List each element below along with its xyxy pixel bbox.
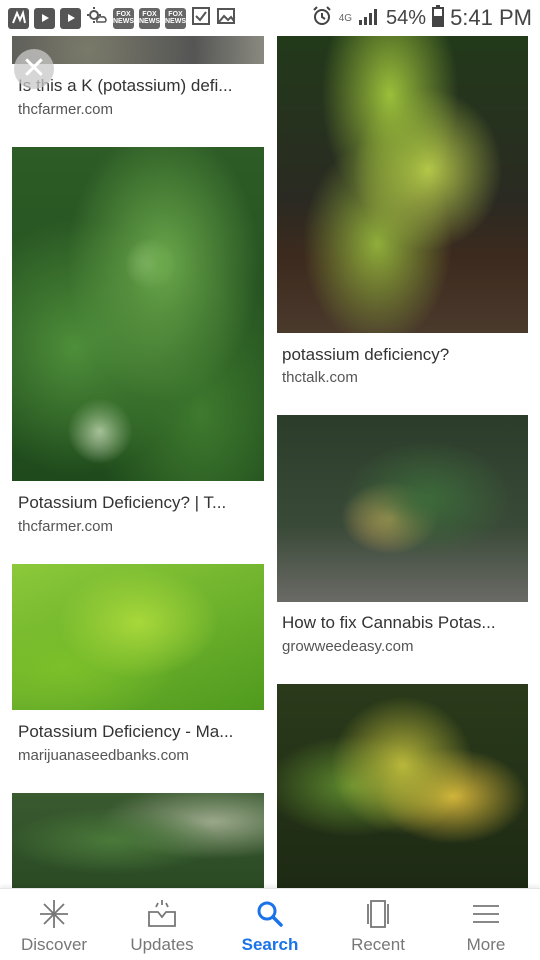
nav-discover[interactable]: Discover: [0, 889, 108, 960]
youtube-icon: [60, 7, 81, 29]
nav-recent[interactable]: Recent: [324, 889, 432, 960]
result-site: marijuanaseedbanks.com: [18, 747, 189, 764]
status-bar: FOX NEWS FOX NEWS FOX NEWS 4G 54% 5:41 P…: [0, 0, 540, 36]
result-site: thcfarmer.com: [18, 518, 114, 535]
result-image[interactable]: [12, 793, 264, 888]
close-button[interactable]: ✕: [14, 49, 54, 89]
youtube-icon: [34, 7, 55, 29]
search-icon: [253, 897, 287, 931]
result-site: growweedeasy.com: [282, 638, 414, 655]
result-image[interactable]: [12, 147, 264, 481]
nav-more[interactable]: More: [432, 889, 540, 960]
result-image[interactable]: [277, 415, 528, 602]
result-title[interactable]: Is this a K (potassium) defi...: [18, 76, 268, 96]
result-image[interactable]: [277, 36, 528, 333]
clock: 5:41 PM: [450, 5, 532, 30]
n-app-icon: [8, 7, 29, 29]
nav-search[interactable]: Search: [216, 889, 324, 960]
nav-label: Discover: [20, 935, 88, 954]
signal-icon: [358, 6, 380, 31]
bottom-navigation: Discover Updates Search Recent More: [0, 888, 540, 960]
nav-label: Search: [241, 935, 299, 954]
inbox-icon: [145, 897, 179, 931]
result-site: thcfarmer.com: [18, 101, 114, 118]
nav-label: Recent: [351, 935, 405, 954]
nav-label: More: [466, 935, 506, 954]
result-image[interactable]: [277, 684, 528, 888]
fox-news-icon: FOX NEWS: [113, 7, 134, 29]
system-icons: 4G 54% 5:41 PM: [311, 4, 532, 32]
result-title[interactable]: Potassium Deficiency? | T...: [18, 493, 268, 513]
battery-percent: 54%: [386, 6, 427, 29]
checkbox-icon: [191, 6, 211, 31]
fox-news-icon: FOX NEWS: [165, 7, 186, 29]
menu-icon: [469, 897, 503, 931]
close-icon: ✕: [21, 52, 47, 85]
fox-news-icon: FOX NEWS: [139, 7, 160, 29]
network-type-label: 4G: [338, 12, 353, 24]
result-title[interactable]: Potassium Deficiency - Ma...: [18, 722, 268, 742]
nav-label: Updates: [130, 935, 194, 954]
result-title[interactable]: potassium deficiency?: [282, 345, 532, 365]
recent-icon: [361, 897, 395, 931]
battery-icon: [432, 4, 445, 32]
weather-icon: [86, 6, 108, 31]
result-image[interactable]: [12, 564, 264, 710]
result-site: thctalk.com: [282, 369, 358, 386]
nav-updates[interactable]: Updates: [108, 889, 216, 960]
image-icon: [216, 6, 236, 31]
notification-icons: FOX NEWS FOX NEWS FOX NEWS: [8, 6, 236, 31]
alarm-icon: [311, 5, 333, 32]
result-title[interactable]: How to fix Cannabis Potas...: [282, 613, 532, 633]
asterisk-icon: [37, 897, 71, 931]
